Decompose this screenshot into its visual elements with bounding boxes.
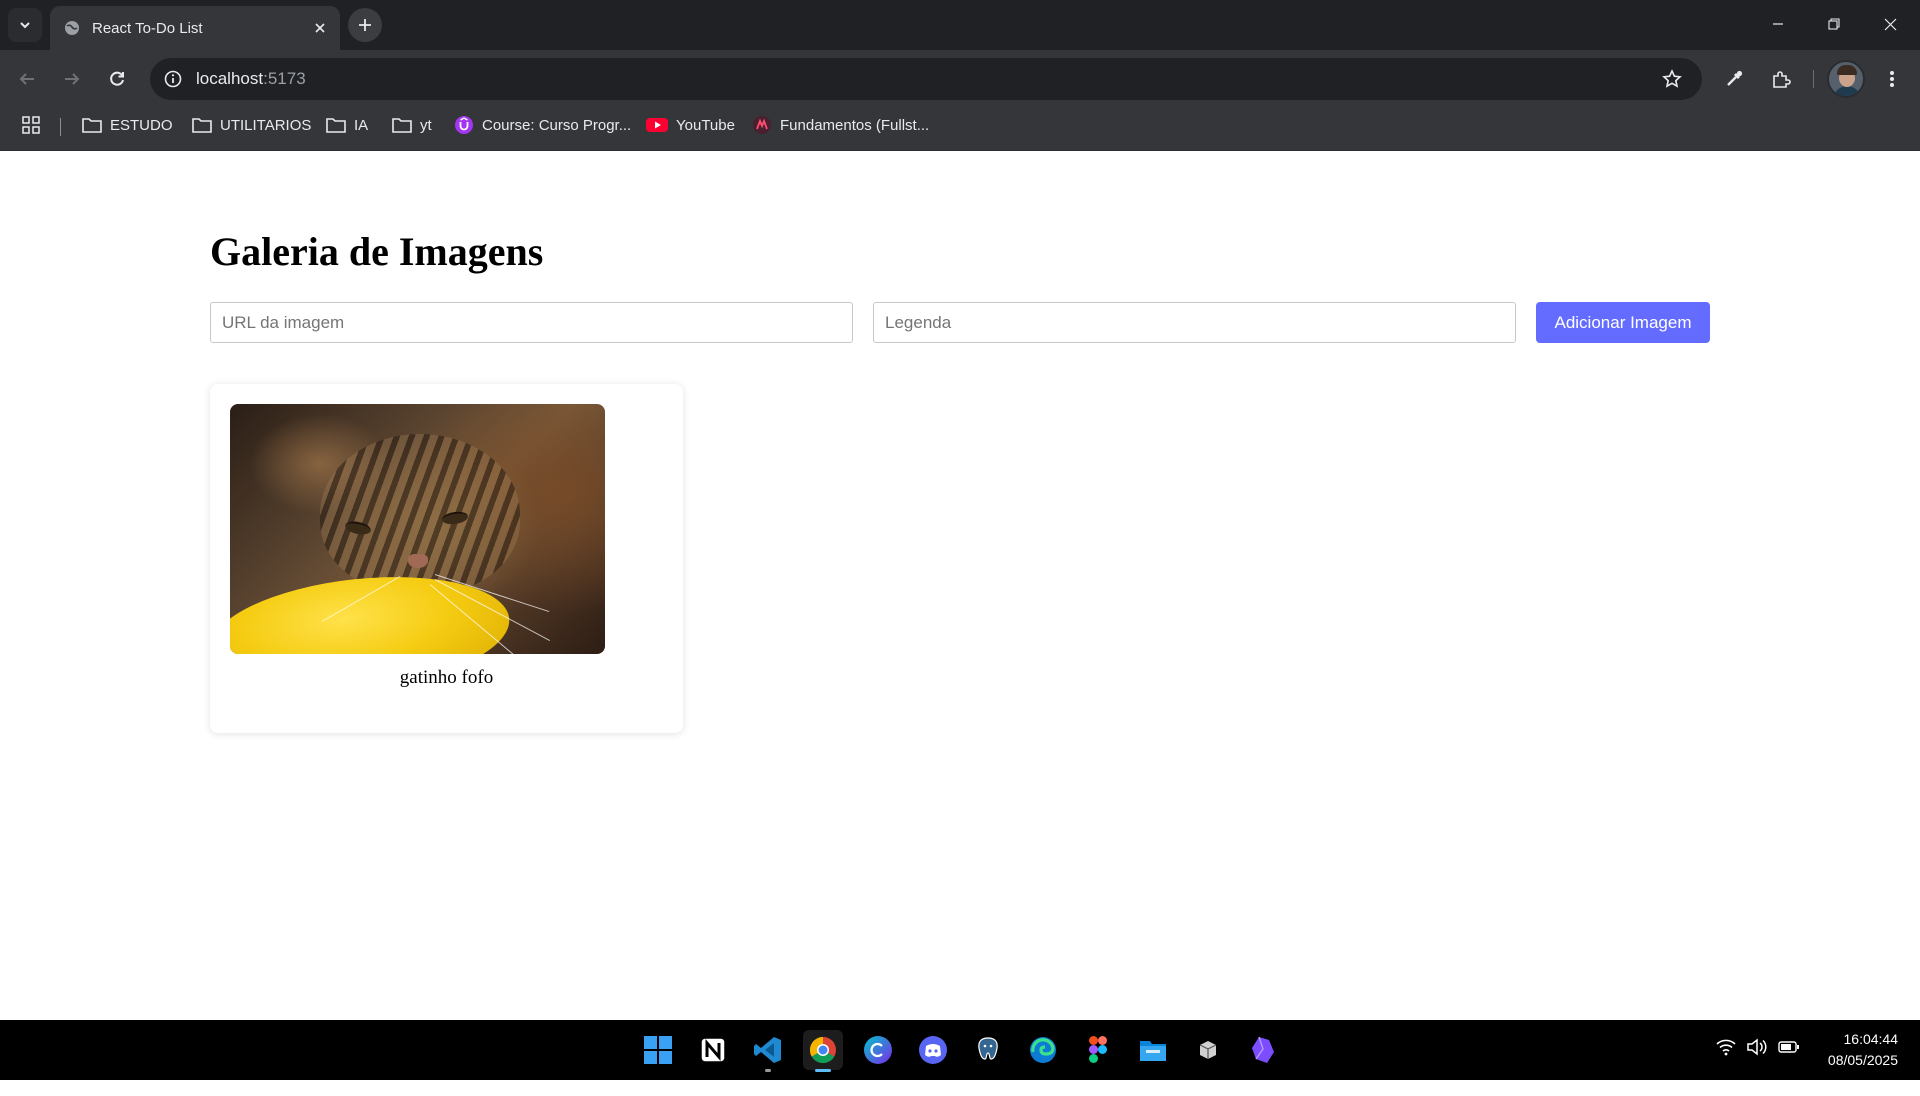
notion-icon[interactable] (693, 1030, 733, 1070)
discord-icon[interactable] (913, 1030, 953, 1070)
info-icon[interactable] (164, 70, 182, 88)
avatar-hair (1837, 65, 1857, 75)
back-button[interactable] (10, 62, 44, 96)
edge-icon[interactable] (1023, 1030, 1063, 1070)
windows-taskbar: 16:04:44 08/05/2025 (0, 1020, 1920, 1080)
app-active-indicator (815, 1069, 831, 1072)
system-tray (1716, 1038, 1800, 1056)
eyedropper-extension-button[interactable] (1717, 62, 1751, 96)
close-icon (1884, 18, 1896, 30)
folder-icon (392, 118, 412, 133)
bookmark-label: IA (354, 116, 369, 134)
browser-tabstrip: React To-Do List (0, 0, 1920, 50)
add-image-button[interactable]: Adicionar Imagem (1536, 302, 1710, 343)
page-viewport: Galeria de Imagens Adicionar Imagem gati… (0, 151, 1920, 1020)
rocketseat-icon (753, 116, 771, 134)
bookmark-label: UTILITARIOS (220, 116, 312, 134)
url-host: localhost (196, 69, 264, 88)
obsidian-icon[interactable] (1243, 1030, 1283, 1070)
arrow-right-icon (65, 73, 80, 85)
url-port: :5173 (263, 69, 306, 88)
youtube-icon (646, 118, 668, 132)
browser-menu-button[interactable] (1875, 62, 1909, 96)
tab-search-button[interactable] (8, 8, 42, 42)
bookmark-label: ESTUDO (110, 116, 173, 134)
minimize-icon (1773, 23, 1783, 25)
bookmark-youtube[interactable]: YouTube (646, 108, 735, 142)
bookmarks-bar: ESTUDO UTILITARIOS IA yt Course: Curso P… (0, 108, 1920, 151)
cat-fur (320, 434, 520, 594)
tab-title: React To-Do List (92, 19, 203, 37)
canva-icon[interactable] (858, 1030, 898, 1070)
file-explorer-icon[interactable] (1133, 1030, 1173, 1070)
restore-icon (1828, 18, 1840, 30)
bookmark-label: yt (420, 116, 432, 134)
plus-icon (359, 19, 371, 31)
bookmark-label: Course: Curso Progr... (482, 116, 632, 134)
puzzle-icon (1773, 71, 1791, 88)
bookmark-folder-estudo[interactable]: ESTUDO (82, 108, 173, 142)
taskbar-clock[interactable]: 16:04:44 08/05/2025 (1828, 1029, 1898, 1071)
page-title: Galeria de Imagens (210, 229, 544, 274)
gallery-image (230, 404, 605, 654)
figma-icon[interactable] (1078, 1030, 1118, 1070)
cat-nose (408, 554, 428, 568)
bookmark-folder-yt[interactable]: yt (392, 108, 432, 142)
arrow-left-icon (19, 73, 34, 85)
more-vertical-icon (1890, 71, 1894, 87)
clock-date: 08/05/2025 (1827, 1052, 1898, 1068)
vscode-icon[interactable] (748, 1030, 788, 1072)
reload-button[interactable] (100, 62, 134, 96)
volume-icon[interactable] (1746, 1038, 1768, 1056)
new-tab-button[interactable] (348, 8, 382, 42)
postgresql-icon[interactable] (968, 1030, 1008, 1070)
bookmark-label: YouTube (676, 116, 735, 134)
address-bar[interactable]: localhost:5173 (150, 58, 1702, 100)
bookmarks-separator (60, 118, 61, 136)
star-icon (1662, 69, 1682, 88)
browser-toolbar: localhost:5173 (0, 50, 1920, 108)
eyedropper-icon (1727, 70, 1743, 86)
gallery-card: gatinho fofo (210, 384, 683, 733)
minimize-button[interactable] (1750, 0, 1806, 48)
package-icon[interactable] (1188, 1030, 1228, 1070)
bookmark-course[interactable]: Course: Curso Progr... (454, 108, 631, 142)
bookmark-folder-ia[interactable]: IA (326, 108, 368, 142)
apps-grid-icon (22, 116, 40, 134)
bookmark-star-button[interactable] (1655, 62, 1689, 96)
close-icon[interactable] (314, 22, 326, 34)
folder-icon (82, 118, 102, 133)
clock-time: 16:04:44 (1843, 1031, 1899, 1047)
bookmark-folder-utilitarios[interactable]: UTILITARIOS (192, 108, 311, 142)
battery-icon[interactable] (1778, 1040, 1800, 1054)
wifi-icon[interactable] (1716, 1038, 1736, 1056)
folder-icon (192, 118, 212, 133)
restore-button[interactable] (1806, 0, 1862, 48)
bookmark-fundamentos[interactable]: Fundamentos (Fullst... (752, 108, 929, 142)
chrome-icon[interactable] (803, 1030, 843, 1072)
toolbar-divider (1813, 70, 1814, 88)
bookmark-label: Fundamentos (Fullst... (780, 116, 930, 134)
image-caption: gatinho fofo (399, 667, 494, 688)
chevron-down-icon (20, 22, 30, 29)
image-url-input[interactable] (210, 302, 853, 343)
udemy-icon (455, 116, 473, 134)
extensions-button[interactable] (1764, 62, 1798, 96)
app-running-indicator (765, 1069, 771, 1072)
globe-icon (65, 21, 79, 35)
windows-start-icon[interactable] (638, 1030, 678, 1070)
folder-icon (326, 118, 346, 133)
apps-button[interactable] (22, 108, 40, 142)
window-close-button[interactable] (1862, 0, 1918, 48)
profile-avatar[interactable] (1827, 60, 1865, 98)
forward-button[interactable] (55, 62, 89, 96)
avatar-body (1833, 86, 1861, 96)
caption-input[interactable] (873, 302, 1516, 343)
browser-tab[interactable]: React To-Do List (50, 6, 340, 50)
reload-icon (110, 71, 124, 86)
